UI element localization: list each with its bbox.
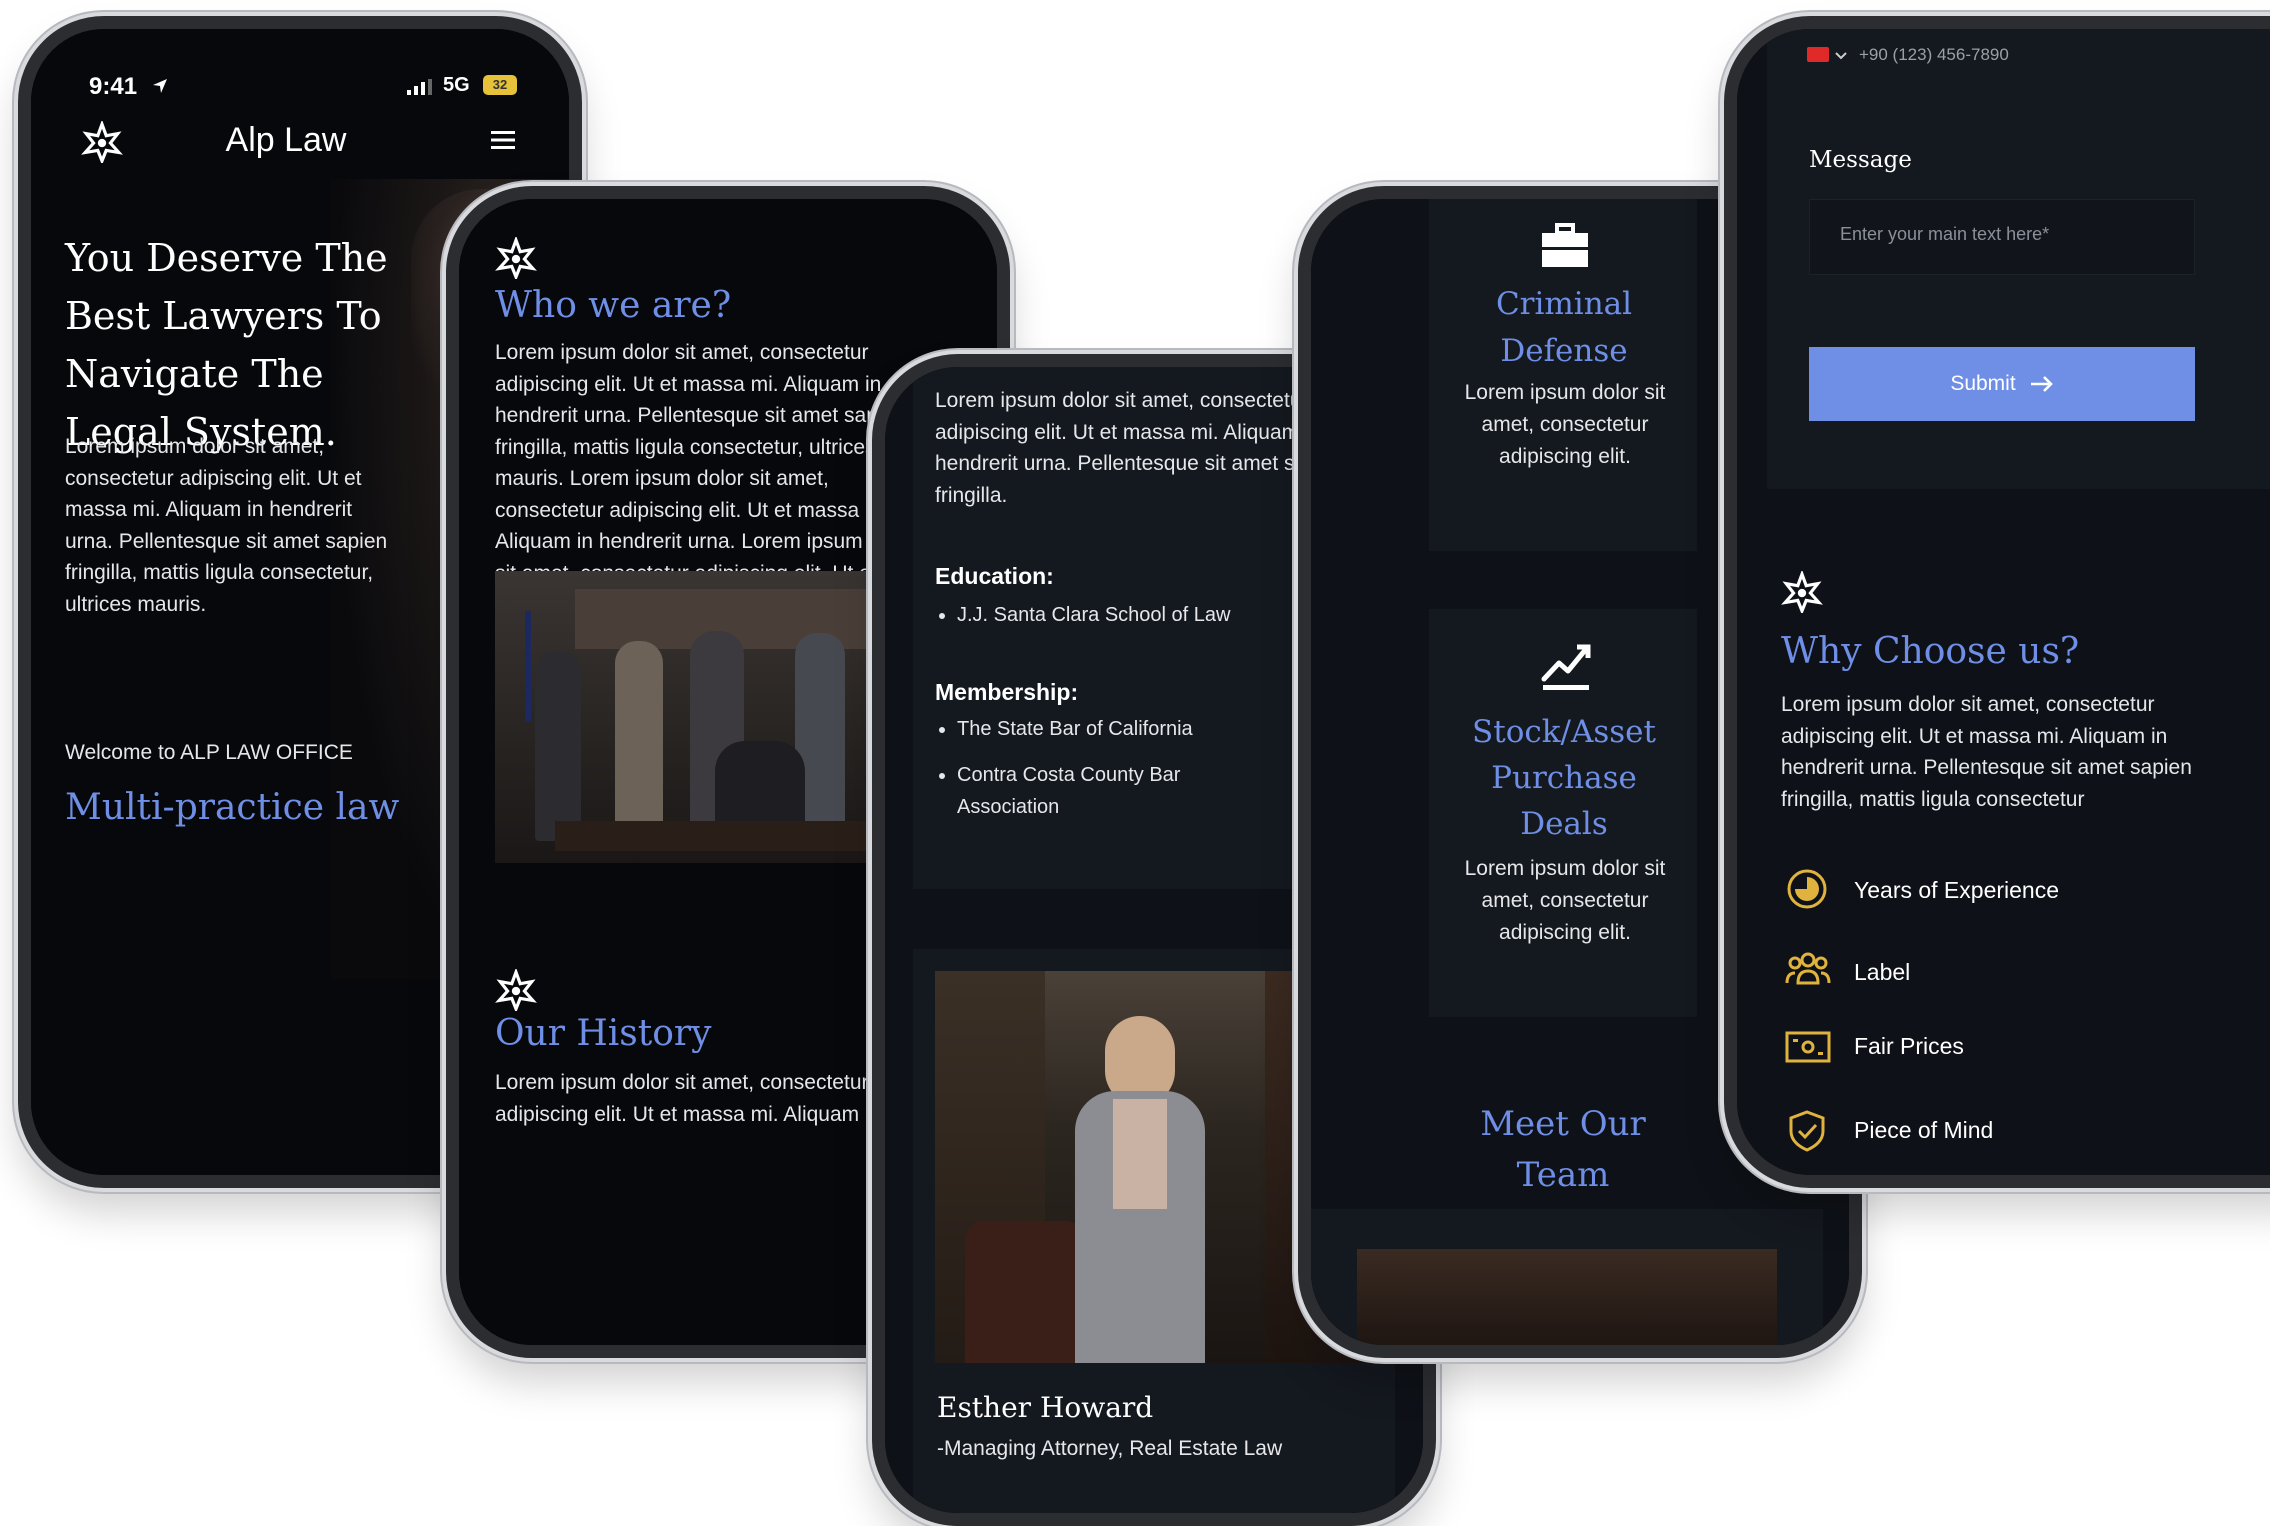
feature-label: Fair Prices <box>1854 1033 1964 1059</box>
education-label: Education: <box>935 563 1054 589</box>
phone-input[interactable]: +90 (123) 456-7890 <box>1859 45 2009 65</box>
battery-icon: 32 <box>483 75 517 95</box>
membership-item: The State Bar of California <box>957 713 1237 745</box>
chevron-down-icon[interactable] <box>1835 52 1847 60</box>
service-text-stock: Lorem ipsum dolor sit amet, consectetur … <box>1464 857 1666 944</box>
submit-label: Submit <box>1950 372 2016 395</box>
welcome-text: Welcome to ALP LAW OFFICE <box>65 741 353 764</box>
status-time: 9:41 <box>89 73 138 100</box>
brand-title: Alp Law <box>225 121 347 159</box>
logo-icon[interactable] <box>495 237 537 279</box>
feature-label: Label <box>1854 959 1911 985</box>
money-icon <box>1785 1031 1831 1063</box>
service-title-stock: Stock/Asset Purchase Deals <box>1472 714 1656 842</box>
why-heading: Why Choose us? <box>1781 631 2080 672</box>
feature-label: Years of Experience <box>1854 877 2060 903</box>
who-heading: Who we are? <box>495 285 732 326</box>
clock-icon <box>1787 869 1827 909</box>
attorney-name: Esther Howard <box>937 1391 1154 1424</box>
country-flag-icon[interactable] <box>1807 47 1829 62</box>
hero-intro: Lorem ipsum dolor sit amet, consectetur … <box>65 435 388 616</box>
briefcase-icon <box>1542 223 1588 267</box>
phone-contact: +90 (123) 456-7890 Message Enter your ma… <box>1724 16 2270 1188</box>
location-arrow-icon <box>153 79 167 93</box>
arrow-right-icon <box>2030 376 2053 392</box>
team-group-photo <box>495 571 935 863</box>
why-text: Lorem ipsum dolor sit amet, consectetur … <box>1781 693 2192 811</box>
message-placeholder: Enter your main text here* <box>1840 224 2050 244</box>
shield-check-icon <box>1789 1110 1825 1152</box>
feature-label: Piece of Mind <box>1854 1117 1994 1143</box>
membership-list: The State Bar of California Contra Costa… <box>935 713 1237 823</box>
users-icon <box>1785 952 1831 985</box>
logo-icon-small <box>495 969 537 1011</box>
service-text-criminal: Lorem ipsum dolor sit amet, consectetur … <box>1464 381 1666 468</box>
battery-level: 32 <box>492 77 508 92</box>
chart-up-icon <box>1541 644 1591 690</box>
membership-label: Membership: <box>935 679 1079 705</box>
hero-heading: You Deserve The Best Lawyers To Navigate… <box>65 236 388 454</box>
logo-icon <box>1781 571 1823 613</box>
practice-heading: Multi-practice law <box>65 787 400 828</box>
team-heading: Meet Our Team <box>1480 1104 1646 1195</box>
history-text: Lorem ipsum dolor sit amet, consectetur … <box>495 1071 869 1126</box>
team-photo-preview <box>1357 1249 1777 1345</box>
message-label: Message <box>1809 147 1912 173</box>
history-heading: Our History <box>495 1013 712 1054</box>
submit-button[interactable]: Submit <box>1809 347 2195 421</box>
service-title-criminal: Criminal Defense <box>1495 286 1633 369</box>
network-label: 5G <box>443 74 470 96</box>
signal-icon <box>407 79 432 95</box>
message-textarea[interactable]: Enter your main text here* <box>1809 199 2195 275</box>
membership-item: Contra Costa County Bar Association <box>957 759 1237 823</box>
attorney-role: -Managing Attorney, Real Estate Law <box>937 1437 1283 1460</box>
menu-icon[interactable] <box>491 129 515 151</box>
